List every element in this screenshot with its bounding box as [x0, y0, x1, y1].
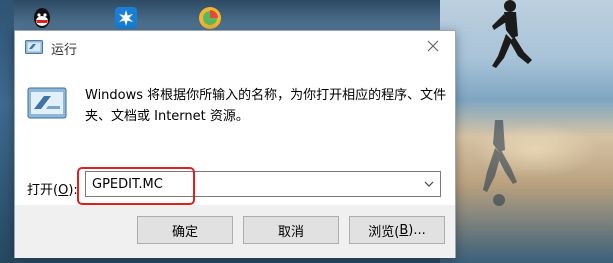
app-icon[interactable] — [114, 6, 138, 30]
dialog-body: Windows 将根据你所输入的名称，为你打开相应的程序、文件夹、文档或 Int… — [15, 63, 455, 205]
open-label-post: ): — [68, 183, 78, 198]
dialog-title: 运行 — [51, 43, 78, 58]
title-bar[interactable]: 运行 — [15, 31, 455, 63]
game-icon[interactable] — [198, 6, 222, 30]
chevron-down-icon — [424, 181, 434, 187]
cancel-button[interactable]: 取消 — [243, 216, 339, 244]
runner-silhouette — [492, 0, 532, 68]
command-combobox[interactable] — [85, 171, 441, 197]
browse-label-accesskey: B — [399, 222, 409, 238]
run-icon — [27, 87, 67, 119]
close-icon — [427, 40, 439, 52]
browse-label-post: )... — [408, 222, 426, 238]
qq-icon[interactable] — [30, 6, 54, 30]
browse-button[interactable]: 浏览(B)... — [349, 216, 445, 244]
dialog-footer: 确定 取消 浏览(B)... — [15, 205, 455, 258]
open-label: 打开(O): — [27, 179, 78, 198]
runner-reflection — [483, 120, 517, 206]
desktop-background-strip — [0, 0, 14, 263]
run-icon — [25, 40, 43, 54]
ok-button[interactable]: 确定 — [137, 216, 233, 244]
dialog-description: Windows 将根据你所输入的名称，为你打开相应的程序、文件夹、文档或 Int… — [85, 88, 447, 124]
open-label-pre: 打开( — [27, 183, 59, 198]
close-button[interactable] — [411, 31, 455, 61]
dropdown-button[interactable] — [418, 172, 440, 196]
browse-label-pre: 浏览( — [368, 224, 400, 240]
open-label-accesskey: O — [58, 183, 69, 198]
command-input[interactable] — [86, 172, 416, 196]
run-dialog: 运行 Windows 将根据你所输入的名称，为你打开相应的程序、文件夹、文档或 … — [14, 30, 456, 258]
